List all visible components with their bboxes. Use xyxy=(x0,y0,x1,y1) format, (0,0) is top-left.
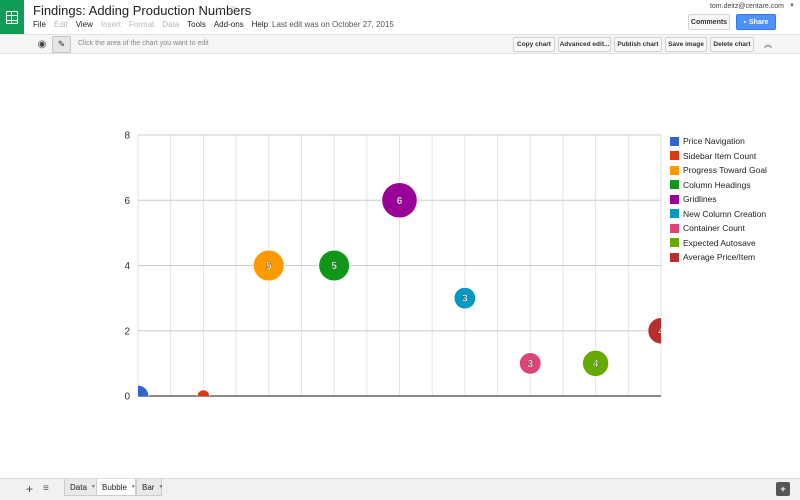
chart-toolbar: ◉ ✎ Click the area of the chart you want… xyxy=(0,34,800,54)
menu-view[interactable]: View xyxy=(76,20,93,29)
add-sheet-icon[interactable]: + xyxy=(26,482,33,496)
legend-swatch xyxy=(670,151,679,161)
share-button[interactable]: ▪ Share xyxy=(736,14,776,30)
spreadsheet-app: Findings: Adding Production Numbers ☆ ♲ … xyxy=(0,0,800,500)
y-tick-label: 6 xyxy=(124,196,130,207)
eye-icon[interactable]: ◉ xyxy=(33,37,51,52)
menu-help[interactable]: Help xyxy=(252,20,268,29)
sheet-tab-label: Data xyxy=(70,482,87,492)
legend-item[interactable]: Column Headings xyxy=(670,178,767,193)
legend-swatch xyxy=(670,180,679,190)
user-account[interactable]: tom.deitz@centare.com xyxy=(710,3,784,10)
collapse-icon[interactable]: ︽ xyxy=(760,37,776,52)
legend-label: Sidebar Item Count xyxy=(683,150,757,161)
legend-swatch xyxy=(670,223,679,233)
menu-file[interactable]: File xyxy=(33,20,46,29)
legend-label: Price Navigation xyxy=(683,136,745,147)
share-label: Share xyxy=(749,18,769,26)
last-edit-status[interactable]: Last edit was on October 27, 2015 xyxy=(272,20,394,29)
y-tick-label: 2 xyxy=(124,326,130,337)
menu-tools[interactable]: Tools xyxy=(187,20,206,29)
copy-chart-button[interactable]: Copy chart xyxy=(513,37,555,52)
legend-swatch xyxy=(670,209,679,219)
y-tick-label: 4 xyxy=(124,261,130,272)
comments-button[interactable]: Comments xyxy=(688,14,730,30)
bubble xyxy=(196,389,211,396)
legend-item[interactable]: Progress Toward Goal xyxy=(670,163,767,178)
bubble-label: 4 xyxy=(593,359,599,370)
legend-swatch xyxy=(670,165,679,175)
star-icon[interactable]: ☆ xyxy=(212,4,223,18)
bubble-chart[interactable]: 024685 5633 44 xyxy=(0,55,800,478)
legend-label: Gridlines xyxy=(683,194,717,205)
y-tick-label: 8 xyxy=(124,131,130,142)
legend-label: Expected Autosave xyxy=(683,237,756,248)
tab-caret-icon[interactable]: ▼ xyxy=(158,484,163,490)
legend-item[interactable]: Gridlines xyxy=(670,192,767,207)
bubble-group: 5 5633 44 xyxy=(138,181,661,396)
legend-item[interactable]: Average Price/Item xyxy=(670,250,767,265)
legend-label: Container Count xyxy=(683,223,745,234)
advanced-edit-button[interactable]: Advanced edit... xyxy=(558,37,611,52)
menu-addons[interactable]: Add-ons xyxy=(214,20,244,29)
sheet-tab-bar: + ≡ Data ▼ Bubble ▼ Bar ▼ + xyxy=(0,478,800,500)
chart-legend[interactable]: Price Navigation Sidebar Item Count Progre… xyxy=(670,134,767,265)
y-tick-label: 0 xyxy=(124,392,130,403)
header: Findings: Adding Production Numbers ☆ ♲ … xyxy=(0,0,800,34)
legend-swatch xyxy=(670,194,679,204)
bubble-label: 3 xyxy=(462,294,468,305)
people-icon: ▪ xyxy=(743,18,746,26)
menu-insert[interactable]: Insert xyxy=(101,20,121,29)
sheet-tab-label: Bubble xyxy=(102,482,127,492)
legend-swatch xyxy=(670,252,679,262)
sheets-logo-icon[interactable] xyxy=(0,0,24,34)
legend-label: Progress Toward Goal xyxy=(683,165,767,176)
legend-item[interactable]: Expected Autosave xyxy=(670,236,767,251)
legend-item[interactable]: Container Count xyxy=(670,221,767,236)
legend-label: Average Price/Item xyxy=(683,252,756,263)
menu-edit[interactable]: Edit xyxy=(54,20,68,29)
account-dropdown-icon[interactable]: ▼ xyxy=(789,3,795,9)
sheet-tab-data[interactable]: Data ▼ xyxy=(64,479,97,496)
pencil-icon[interactable]: ✎ xyxy=(52,36,71,53)
sheet-tab-label: Bar xyxy=(142,482,155,492)
bubble-label: 5 xyxy=(331,261,337,272)
legend-item[interactable]: Sidebar Item Count xyxy=(670,149,767,164)
legend-swatch xyxy=(670,136,679,146)
chart-area[interactable]: 024685563344 Price Navigation Sidebar Ite… xyxy=(0,55,800,478)
all-sheets-icon[interactable]: ≡ xyxy=(43,483,49,494)
bubble-label: 6 xyxy=(397,196,403,207)
publish-chart-button[interactable]: Publish chart xyxy=(614,37,662,52)
bubble-label: 5 xyxy=(266,261,272,272)
legend-label: Column Headings xyxy=(683,179,751,190)
bubble xyxy=(138,384,150,396)
sheet-tab-bubble[interactable]: Bubble ▼ xyxy=(96,479,136,496)
recycle-icon[interactable]: ♲ xyxy=(228,4,238,17)
delete-chart-button[interactable]: Delete chart xyxy=(710,37,754,52)
menu-format[interactable]: Format xyxy=(129,20,154,29)
explore-icon[interactable]: + xyxy=(776,482,790,496)
menu-bar: File Edit View Insert Format Data Tools … xyxy=(33,20,276,29)
save-image-button[interactable]: Save image xyxy=(665,37,707,52)
sheet-tab-bar[interactable]: Bar ▼ xyxy=(136,479,163,496)
legend-item[interactable]: New Column Creation xyxy=(670,207,767,222)
toolbar-hint: Click the area of the chart you want to … xyxy=(78,40,209,47)
legend-item[interactable]: Price Navigation xyxy=(670,134,767,149)
menu-data[interactable]: Data xyxy=(162,20,179,29)
legend-label: New Column Creation xyxy=(683,208,767,219)
legend-swatch xyxy=(670,238,679,248)
bubble-label: 3 xyxy=(527,359,533,370)
